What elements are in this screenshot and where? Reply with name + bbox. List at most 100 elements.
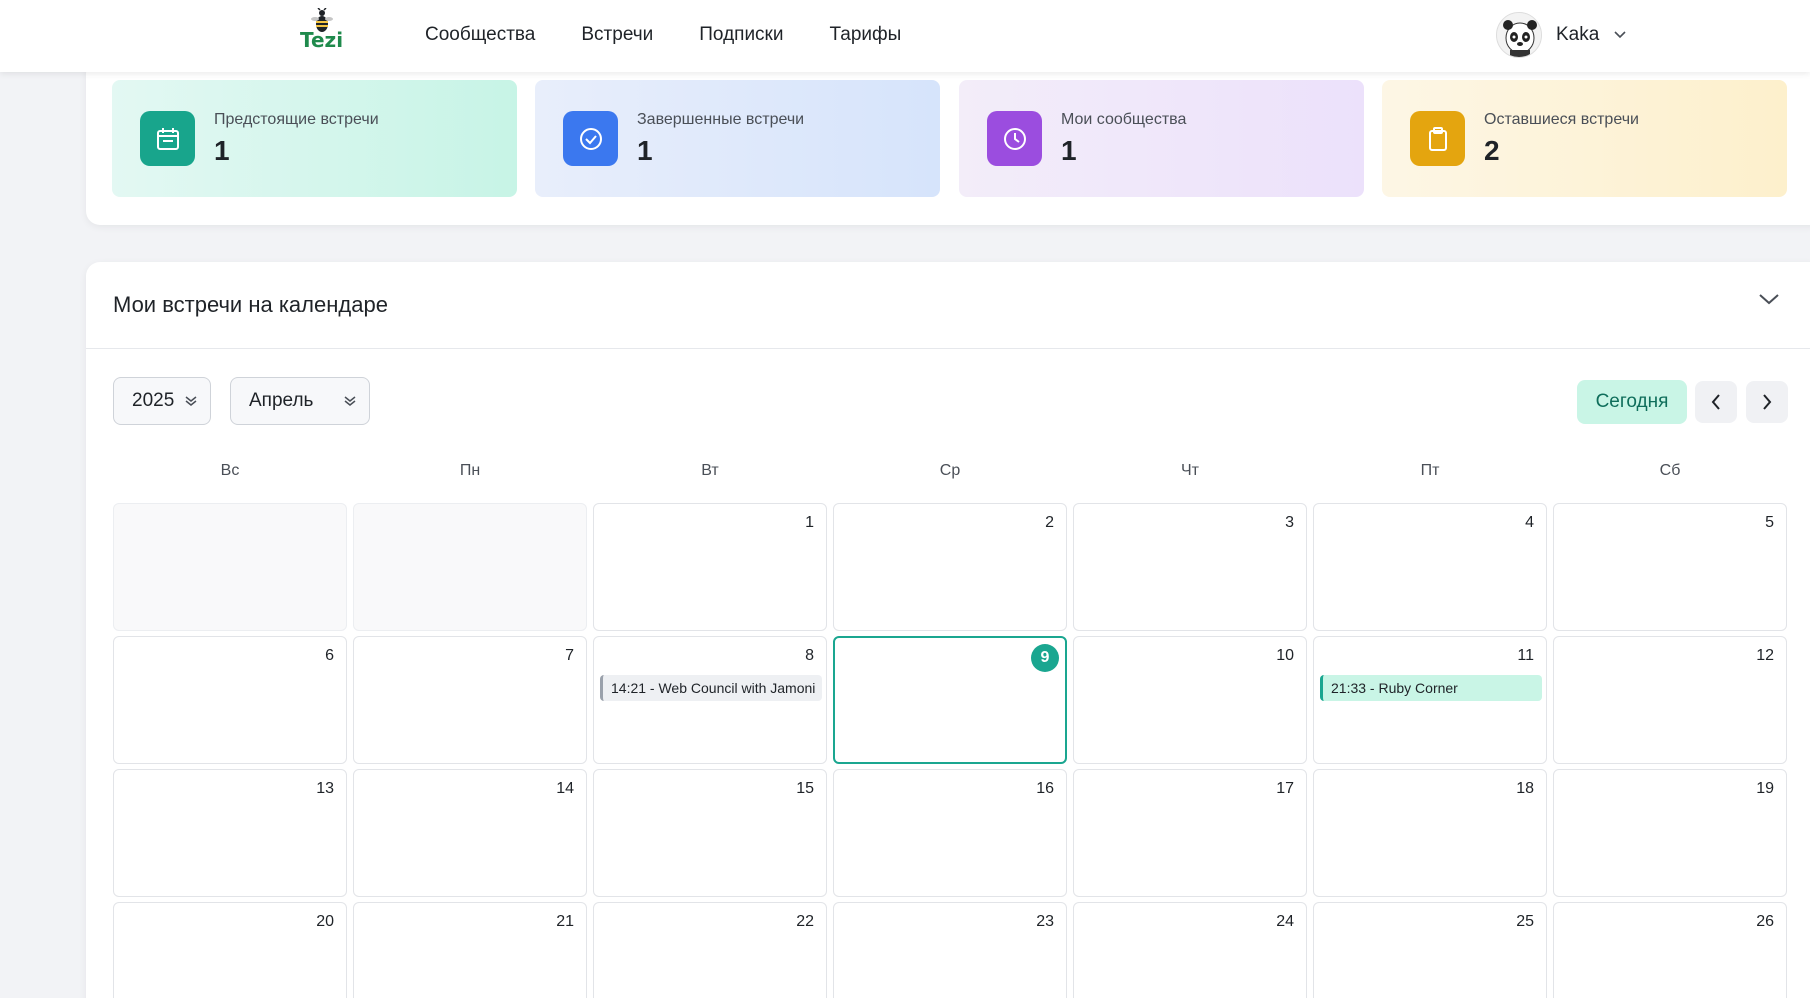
calendar-day-cell[interactable]: 22 [593,902,827,998]
calendar-day-cell[interactable]: 15 [593,769,827,897]
weekday-label: Сб [1659,462,1681,479]
calendar-day-cell[interactable]: 13 [113,769,347,897]
calendar-day-cell[interactable]: 2 [833,503,1067,631]
day-number: 21 [556,913,574,930]
clipboard-icon [1410,111,1465,166]
day-number: 7 [565,647,574,664]
weekday-label: Ср [939,462,961,479]
main-nav: Сообщества Встречи Подписки Тарифы [425,24,947,46]
calendar-day-cell[interactable]: 26 [1553,902,1787,998]
day-number: 14 [556,780,574,797]
day-number: 25 [1516,913,1534,930]
day-number: 8 [805,647,814,664]
nav-tariffs[interactable]: Тарифы [830,24,902,46]
calendar-day-cell[interactable]: 24 [1073,902,1307,998]
calendar-icon [140,111,195,166]
calendar-day-cell[interactable]: 1 [593,503,827,631]
month-select[interactable]: Апрель [230,377,370,425]
calendar-day-cell[interactable]: 7 [353,636,587,764]
calendar-day-cell[interactable]: 11 21:33 - Ruby Corner [1313,636,1547,764]
logo-text: Tezi [300,28,344,52]
calendar-day-cell[interactable]: 3 [1073,503,1307,631]
day-number: 10 [1276,647,1294,664]
stat-remaining-meetings: Оставшиеся встречи 2 [1382,80,1787,197]
calendar-empty-cell [113,503,347,631]
next-month-button[interactable] [1746,381,1788,423]
stat-label: Мои сообщества [1061,111,1187,128]
calendar-day-cell[interactable]: 10 [1073,636,1307,764]
day-number: 20 [316,913,334,930]
calendar-day-cell[interactable]: 5 [1553,503,1787,631]
prev-month-button[interactable] [1695,381,1737,423]
day-number: 22 [796,913,814,930]
calendar-day-cell[interactable]: 23 [833,902,1067,998]
chevron-down-icon [185,396,197,406]
day-number: 13 [316,780,334,797]
weekday-header: Вс Пн Вт Ср Чт Пт Сб [113,462,1787,482]
stat-value: 1 [214,135,230,166]
calendar-day-cell[interactable]: 16 [833,769,1067,897]
calendar-header: Мои встречи на календаре [86,262,1810,349]
calendar-day-cell[interactable]: 18 [1313,769,1547,897]
day-number: 5 [1765,514,1774,531]
day-number: 3 [1285,514,1294,531]
day-number: 16 [1036,780,1054,797]
weekday-label: Пт [1420,462,1440,479]
year-select[interactable]: 2025 [113,377,211,425]
user-name: Kaka [1556,24,1600,45]
day-number: 24 [1276,913,1294,930]
stat-label: Предстоящие встречи [214,111,379,128]
avatar [1496,12,1542,58]
day-number: 4 [1525,514,1534,531]
check-circle-icon [563,111,618,166]
calendar-day-cell[interactable]: 4 [1313,503,1547,631]
weekday-label: Вс [220,462,240,479]
stat-value: 1 [637,135,653,166]
stat-my-communities: Мои сообщества 1 [959,80,1364,197]
day-number: 15 [796,780,814,797]
stat-value: 1 [1061,135,1077,166]
day-number: 11 [1517,647,1534,664]
logo[interactable]: Tezi [296,8,346,52]
calendar-day-cell[interactable]: 17 [1073,769,1307,897]
calendar-empty-cell [353,503,587,631]
calendar-event[interactable]: 14:21 - Web Council with Jamoni [600,675,822,701]
day-number: 19 [1756,780,1774,797]
weekday-label: Вт [701,462,719,479]
nav-subscriptions[interactable]: Подписки [699,24,783,46]
collapse-chevron-icon[interactable] [1758,292,1780,306]
nav-communities[interactable]: Сообщества [425,24,535,46]
calendar-day-cell[interactable]: 8 14:21 - Web Council with Jamoni [593,636,827,764]
calendar-day-cell[interactable]: 14 [353,769,587,897]
weekday-label: Пн [459,462,481,479]
stat-label: Завершенные встречи [637,111,805,128]
calendar-event[interactable]: 21:33 - Ruby Corner [1320,675,1542,701]
chevron-down-icon [1614,31,1626,39]
stat-value: 2 [1484,135,1500,166]
today-button[interactable]: Сегодня [1577,380,1687,424]
clock-icon [987,111,1042,166]
calendar-day-cell[interactable]: 12 [1553,636,1787,764]
chevron-right-icon [1763,394,1772,410]
stats-panel: Предстоящие встречи 1 Завершенные встреч… [86,60,1810,225]
day-number: 1 [805,514,814,531]
day-number: 26 [1756,913,1774,930]
calendar-day-cell[interactable]: 25 [1313,902,1547,998]
calendar-title: Мои встречи на календаре [113,292,388,317]
month-value: Апрель [249,390,314,411]
day-number: 12 [1756,647,1774,664]
stat-upcoming-meetings: Предстоящие встречи 1 [112,80,517,197]
calendar-day-cell[interactable]: 20 [113,902,347,998]
top-navbar: Tezi Сообщества Встречи Подписки Тарифы … [0,0,1810,72]
day-number: 23 [1036,913,1054,930]
calendar-day-cell[interactable]: 21 [353,902,587,998]
calendar-day-cell[interactable]: 6 [113,636,347,764]
day-number: 18 [1516,780,1534,797]
nav-meetings[interactable]: Встречи [581,24,653,46]
calendar-day-cell[interactable]: 9 [833,636,1067,764]
weekday-label: Чт [1181,462,1199,479]
stat-completed-meetings: Завершенные встречи 1 [535,80,940,197]
chevron-left-icon [1711,394,1720,410]
user-menu[interactable]: Kaka [1496,12,1627,58]
calendar-day-cell[interactable]: 19 [1553,769,1787,897]
